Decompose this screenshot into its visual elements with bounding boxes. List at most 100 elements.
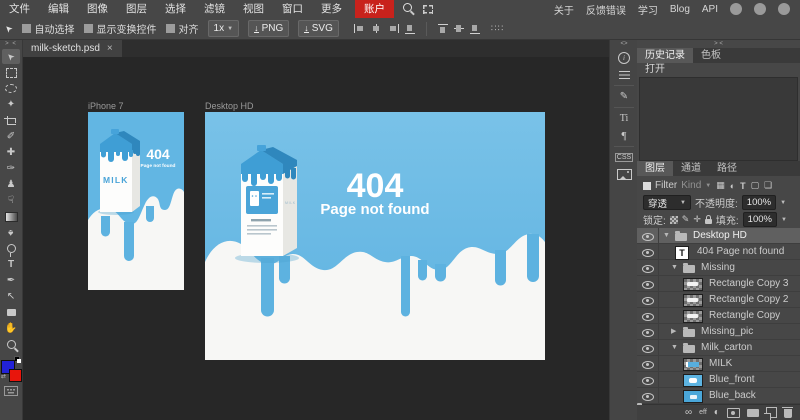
filter-checkbox[interactable]	[643, 182, 651, 190]
layer-row-missing-group[interactable]: ▼ Missing	[637, 260, 800, 276]
artboard-label-iphone[interactable]: iPhone 7	[88, 101, 124, 111]
lock-transparency-icon[interactable]	[670, 216, 678, 224]
expand-arrow-icon[interactable]: ▼	[671, 344, 678, 352]
eyedropper-tool[interactable]: ✐	[2, 129, 20, 144]
hand-tool[interactable]: ✋	[2, 321, 20, 336]
expand-arrow-icon[interactable]: ▼	[663, 232, 670, 240]
smudge-tool[interactable]: ☟	[2, 193, 20, 208]
menu-window[interactable]: 窗口	[276, 0, 309, 18]
zoom-tool[interactable]	[2, 337, 20, 352]
clone-stamp-tool[interactable]: ♟	[2, 177, 20, 192]
crop-tool[interactable]	[2, 113, 20, 128]
expand-arrow-icon[interactable]: ▼	[671, 264, 678, 272]
image-panel-icon[interactable]	[610, 166, 638, 183]
filter-smart-icon[interactable]: ❏	[764, 180, 772, 191]
export-svg-button[interactable]: ↓ SVG	[298, 20, 339, 37]
twitter-icon[interactable]	[754, 3, 766, 15]
new-layer-icon[interactable]	[766, 407, 777, 418]
auto-select-checkbox[interactable]: 自动选择	[22, 21, 75, 36]
document-tab[interactable]: milk-sketch.psd ×	[22, 40, 122, 57]
menu-layer[interactable]: 图层	[120, 0, 153, 18]
align-bottom-icon[interactable]	[405, 24, 415, 34]
keyboard-shortcuts-icon[interactable]	[4, 386, 18, 396]
opacity-input[interactable]: 100%	[742, 195, 776, 210]
reddit-icon[interactable]	[730, 3, 742, 15]
info-panel-icon[interactable]: i	[610, 49, 638, 66]
layer-row-blue-front[interactable]: Blue_front	[637, 372, 800, 388]
tab-layers[interactable]: 图层	[637, 161, 673, 176]
distribute-spacing-icon[interactable]: ∷∷	[491, 23, 504, 34]
add-mask-icon[interactable]	[727, 408, 740, 418]
tab-paths[interactable]: 路径	[709, 161, 745, 176]
visibility-eye-icon[interactable]	[642, 377, 654, 385]
layer-row-blue-back[interactable]: Blue_back	[637, 388, 800, 404]
blur-tool[interactable]: ♠	[2, 225, 20, 240]
delete-layer-icon[interactable]	[784, 409, 792, 418]
layer-row-milk[interactable]: MILK	[637, 356, 800, 372]
adjustments-panel-icon[interactable]	[610, 66, 638, 83]
menu-file[interactable]: 文件	[3, 0, 36, 18]
healing-tool[interactable]: ✚	[2, 145, 20, 160]
toolbox-collapse-icon[interactable]: > <	[0, 40, 22, 48]
fullscreen-icon[interactable]	[423, 5, 433, 14]
align-top-icon[interactable]	[438, 24, 448, 34]
tab-channels[interactable]: 通道	[673, 161, 709, 176]
menu-filter[interactable]: 滤镜	[198, 0, 231, 18]
layer-row-milk-carton-group[interactable]: ▼ Milk_carton	[637, 340, 800, 356]
menu-blog[interactable]: Blog	[670, 4, 690, 15]
zoom-scale-select[interactable]: 1x ▼	[208, 20, 240, 37]
filter-type-icon[interactable]: T	[740, 181, 746, 191]
visibility-eye-icon[interactable]	[642, 313, 654, 321]
gradient-tool[interactable]	[2, 209, 20, 224]
facebook-icon[interactable]	[778, 3, 790, 15]
align-left-icon[interactable]	[354, 24, 365, 33]
lasso-tool[interactable]	[2, 81, 20, 96]
menu-more[interactable]: 更多	[315, 0, 348, 18]
visibility-eye-icon[interactable]	[642, 265, 654, 273]
brush-tool[interactable]: ✑	[2, 161, 20, 176]
adjustment-layer-icon[interactable]: ◐	[714, 407, 720, 418]
menu-about[interactable]: 关于	[554, 2, 574, 17]
visibility-eye-icon[interactable]	[642, 281, 654, 289]
layer-row-404-text[interactable]: T 404 Page not found	[637, 244, 800, 260]
close-icon[interactable]: ×	[107, 43, 113, 54]
show-transform-checkbox[interactable]: 显示变换控件	[84, 21, 157, 36]
direct-select-tool[interactable]: ↖	[2, 289, 20, 304]
brush-panel-icon[interactable]: ✎	[610, 88, 638, 105]
export-png-button[interactable]: ↓ PNG	[248, 20, 289, 37]
strip-collapse-icon[interactable]: <>	[610, 40, 638, 49]
lock-position-icon[interactable]: ✛	[693, 214, 701, 225]
menu-api[interactable]: API	[702, 4, 718, 15]
pen-tool[interactable]: ✒	[2, 273, 20, 288]
menu-view[interactable]: 视图	[237, 0, 270, 18]
align-middle-icon[interactable]	[454, 24, 464, 33]
align-right-icon[interactable]	[388, 24, 399, 33]
blend-mode-select[interactable]: 穿透 ▼	[643, 195, 691, 210]
layer-row-rectangle-copy-3[interactable]: Rectangle Copy 3	[637, 276, 800, 292]
filter-shape-icon[interactable]: ▢	[751, 180, 760, 191]
menu-learn[interactable]: 学习	[638, 2, 658, 17]
visibility-eye-icon[interactable]	[642, 345, 654, 353]
swap-colors-icon[interactable]: ⇄	[1, 373, 6, 380]
character-panel-icon[interactable]: Ti	[610, 110, 638, 127]
layer-effects-icon[interactable]: eff	[699, 409, 707, 416]
new-group-icon[interactable]	[747, 409, 759, 417]
menu-image[interactable]: 图像	[81, 0, 114, 18]
snap-checkbox[interactable]: 对齐	[166, 21, 199, 36]
filter-adjustment-icon[interactable]: ◐	[730, 181, 735, 191]
align-center-icon[interactable]	[371, 24, 382, 33]
layer-row-missing-pic-group[interactable]: ▶ Missing_pic	[637, 324, 800, 340]
link-layers-icon[interactable]: ∞	[685, 407, 692, 418]
account-button[interactable]: 账户	[355, 0, 394, 18]
filter-pixel-icon[interactable]: ▦	[716, 180, 725, 191]
lock-paint-icon[interactable]: ✎	[682, 214, 690, 225]
layer-row-rectangle-copy[interactable]: Rectangle Copy	[637, 308, 800, 324]
visibility-eye-icon[interactable]	[642, 329, 654, 337]
fill-input[interactable]: 100%	[743, 212, 777, 227]
magic-wand-tool[interactable]: ✦	[2, 97, 20, 112]
tab-swatches[interactable]: 色板	[693, 48, 729, 63]
move-tool[interactable]: ➤	[2, 49, 20, 64]
menu-select[interactable]: 选择	[159, 0, 192, 18]
artboard-label-desktop[interactable]: Desktop HD	[205, 101, 254, 111]
marquee-select-tool[interactable]	[2, 65, 20, 80]
